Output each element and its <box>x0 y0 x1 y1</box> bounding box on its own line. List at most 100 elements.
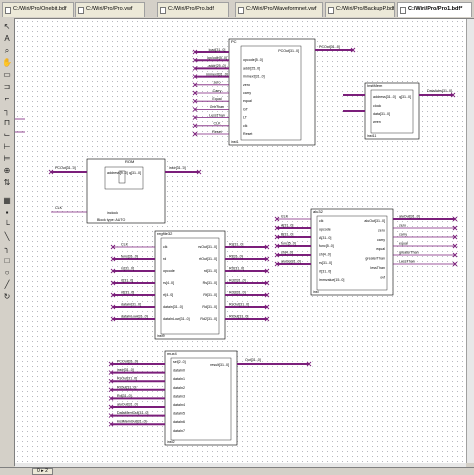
instmem-block[interactable]: InstMem inst11 address[31..0] clock data… <box>343 82 456 140</box>
pc-input-label: Carry <box>213 89 222 93</box>
pc-input-label: immext[31..0] <box>206 72 228 76</box>
rectangle-icon[interactable]: □ <box>2 256 12 266</box>
regfile-input-label: func[31..0] <box>121 255 138 259</box>
rom-block[interactable]: ROM address[9..0] inclock q[31..0] Block… <box>48 158 202 224</box>
schematic-canvas[interactable]: .blk{fill:#ffffff;stroke:#000;stroke-wid… <box>15 19 466 463</box>
regfile-inner-port: dataInLow[31..0] <box>163 317 190 321</box>
flip-icon[interactable]: ⇅ <box>2 178 12 188</box>
vertical-scrollbar[interactable] <box>466 19 474 463</box>
alu-input-label: A[31..0] <box>281 224 293 228</box>
rotate-icon[interactable]: ↻ <box>2 292 12 302</box>
pc-instance: inst1 <box>231 140 239 144</box>
tab-pro1-active[interactable]: C:/Wiri/Pro/Pro1.bdf* <box>397 2 472 17</box>
alu-output-label: equal <box>399 242 408 246</box>
alu-inner-port: carry <box>377 238 385 242</box>
document-tab-bar: C:/Wiri/Pro/Onebit.bdf C:/Wiri/Pro/Pro.v… <box>0 0 474 19</box>
pc-input-label: LessThan <box>209 113 225 117</box>
alu-inner-port: zero <box>378 228 385 232</box>
regfile-input-label: rs[31..0] <box>121 267 134 271</box>
rom-footer: Block type: AUTO <box>97 218 125 222</box>
wire-icon[interactable]: ⌐ <box>2 94 12 104</box>
pc-inner-port: Reset <box>243 132 252 136</box>
conduit-icon[interactable]: ⊓ <box>2 118 12 128</box>
waveform-file-icon <box>78 7 84 14</box>
zoom-icon[interactable]: ⌕ <box>2 46 12 56</box>
regfile-inner-port: clk <box>163 245 168 249</box>
oval-icon[interactable]: ○ <box>2 268 12 278</box>
pc-output-label: PCOut[31..0] <box>319 45 340 49</box>
arc-icon[interactable]: ╮ <box>2 244 12 254</box>
pc-input-label: GrtrThan <box>210 105 224 109</box>
schematic-file-icon <box>5 7 11 14</box>
tab-pro-vwf[interactable]: C:/Wiri/Pro/Pro.vwf <box>75 2 145 17</box>
pc-inner-port: GT <box>243 107 249 111</box>
alu-inner-port: aluOut[31..0] <box>364 219 385 223</box>
mux-port-result: result[31..0] <box>210 363 229 367</box>
line-icon[interactable]: ╲ <box>2 232 12 242</box>
mux-inner-port: dataIn4 <box>173 403 185 407</box>
pc-inner-port: opcode[5..0] <box>243 58 263 62</box>
waveform-file-icon <box>238 7 244 14</box>
pin-icon[interactable]: ⊐ <box>2 82 12 92</box>
bus-icon[interactable]: ┐ <box>2 106 12 116</box>
tab-pro-bdf[interactable]: C:/Wiri/Pro/Pro.bdf <box>157 2 229 17</box>
alu-inner-port: opcode <box>319 227 331 231</box>
rubberband-icon[interactable]: ⊢ <box>2 142 12 152</box>
diagonal-icon[interactable]: ╱ <box>2 280 12 290</box>
schematic-file-icon <box>400 7 406 14</box>
mux-block[interactable]: mux4 inst2 PCOut[31..0] instr[31..0] RsOut… <box>108 350 312 446</box>
regfile-inner-port: rd[31..0] <box>204 269 217 273</box>
pc-block[interactable]: PC inst1 load[31..0] opcode[5..0] addr[25.… <box>192 38 356 146</box>
symbol-icon[interactable]: ▭ <box>2 70 12 80</box>
instmem-port-clock: clock <box>373 104 381 108</box>
mux-inner-port: dataIn5 <box>173 412 185 416</box>
mux-title: mux4 <box>167 351 178 356</box>
text-icon[interactable]: A <box>2 34 12 44</box>
regfile-output-label: Rd3[31..0] <box>229 291 246 295</box>
mux-output-label: Out[31..0] <box>245 358 261 362</box>
regfile-input-label: rd[31..0] <box>121 291 134 295</box>
regfile-inner-port: Rt[31..0] <box>203 293 217 297</box>
pc-input-label: addr[25..0] <box>208 64 225 68</box>
alu-input-label: aluOp[31..0] <box>281 260 301 264</box>
regfile-block[interactable]: regfile32 inst9 CLK clk func[31..0] rd rs[31… <box>110 230 270 340</box>
node-icon[interactable]: ⌙ <box>2 130 12 140</box>
tab-backupp[interactable]: C:/Wiri/Pro/BackupP.bdf <box>325 2 395 17</box>
partial-line-icon[interactable]: ⊨ <box>2 154 12 164</box>
mux-inner-port: dataIn3 <box>173 394 185 398</box>
instmem-port-wren: wren <box>373 120 381 124</box>
schematic-drawing: .blk{fill:#ffffff;stroke:#000;stroke-wid… <box>15 38 458 446</box>
block-icon[interactable]: ▪ <box>2 208 12 218</box>
alu-inner-port: ovf <box>380 275 385 279</box>
mux-input-label: PCOut[31..0] <box>117 360 138 364</box>
mux-inner-port: dataIn6 <box>173 420 185 424</box>
alu-input-label: sh[4..0] <box>281 251 293 255</box>
regfile-title: regfile32 <box>157 231 173 236</box>
regfile-input-label: rt[31..0] <box>121 279 133 283</box>
alu-block[interactable]: alu32 inst CLK A[31..0] B[31..0] func[5..0]… <box>274 208 458 296</box>
zoom-in-icon[interactable]: ⊕ <box>2 166 12 176</box>
pc-inner-port: addr[25..0] <box>243 66 260 70</box>
select-icon[interactable]: ↖ <box>2 22 12 32</box>
pc-input-label: CLK <box>214 122 222 126</box>
mux-instance: inst2 <box>167 440 175 444</box>
snap-icon[interactable]: ▦ <box>2 196 12 206</box>
pc-input-label: opcode[5..0] <box>207 56 227 60</box>
orthogonal-icon[interactable]: └ <box>2 220 12 230</box>
alu-inner-port: A[31..0] <box>319 236 331 240</box>
pc-input-label: Reset <box>212 130 221 134</box>
pc-inner-port: clk <box>243 124 248 128</box>
pc-inner-port: zero <box>243 83 250 87</box>
regfile-inner-port: rtOut[31..0] <box>199 257 217 261</box>
hand-icon[interactable]: ✋ <box>2 58 12 68</box>
pc-input-label: load[31..0] <box>209 48 226 52</box>
regfile-output-label: Rs[31..0] <box>229 243 243 247</box>
alu-instance: inst <box>313 290 319 294</box>
tab-waveformnet[interactable]: C:/Wiri/Pro/Waveformnet.vwf <box>235 2 323 17</box>
tab-onebit[interactable]: C:/Wiri/Pro/Onebit.bdf <box>2 2 74 17</box>
alu-output-label: carry <box>399 233 407 237</box>
rom-output-label: instr[31..0] <box>169 166 186 170</box>
regfile-output-label: RtOut[31..0] <box>229 315 248 319</box>
pc-title: PC <box>231 39 237 44</box>
alu-inner-port: equal <box>376 247 385 251</box>
